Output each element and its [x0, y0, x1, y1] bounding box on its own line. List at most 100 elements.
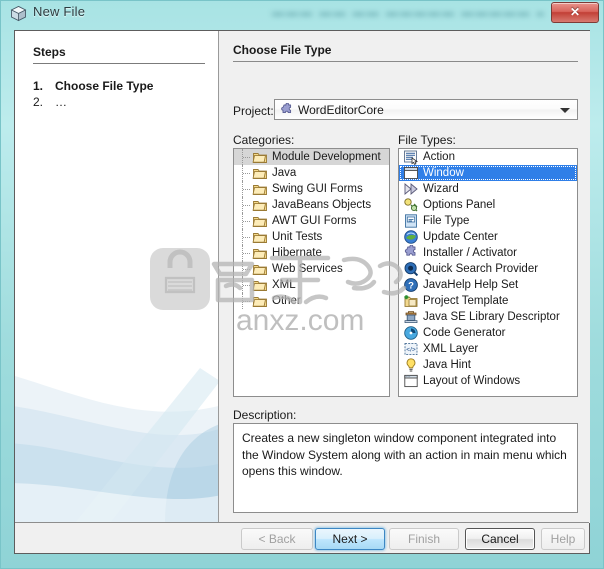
file-types-list[interactable]: Action Window Wizard Options Panel File Type… — [398, 148, 578, 397]
file-type-list-item[interactable]: Java SE Library Descriptor — [399, 309, 577, 325]
folder-icon — [252, 261, 268, 277]
category-label: Swing GUI Forms — [272, 183, 363, 195]
file-type-list-item[interactable]: Options Panel — [399, 197, 577, 213]
back-button[interactable]: < Back — [241, 528, 313, 550]
steps-pane: Steps 1. Choose File Type 2.… — [15, 31, 219, 523]
file-type-list-item[interactable]: ? JavaHelp Help Set — [399, 277, 577, 293]
tree-connector-arm — [243, 285, 250, 286]
project-label: Project: — [233, 104, 274, 118]
page-title: Choose File Type — [233, 43, 332, 57]
folder-icon — [252, 293, 268, 309]
filetypes-label: File Types: — [398, 133, 456, 147]
file-type-list-item[interactable]: Layout of Windows — [399, 373, 577, 389]
window-icon — [403, 165, 419, 181]
category-list-item[interactable]: Module Development — [234, 149, 389, 165]
file-type-label: Wizard — [423, 183, 459, 195]
help-button[interactable]: Help — [541, 528, 585, 550]
next-button[interactable]: Next > — [315, 528, 385, 550]
new-file-dialog-window: New File ▬▬▬ ▬▬ ▬▬ ▬▬▬▬▬ ▬▬▬▬▬ ▬▬ ✕ Step… — [0, 0, 604, 569]
file-type-list-item[interactable]: File Type — [399, 213, 577, 229]
puzzle-piece-icon — [403, 244, 419, 261]
file-type-list-item[interactable]: Window — [399, 165, 577, 181]
file-type-label: XML Layer — [423, 343, 479, 355]
file-type-list-item[interactable]: Installer / Activator — [399, 244, 577, 261]
step-label: Choose File Type — [55, 79, 154, 93]
category-list-item[interactable]: Java — [234, 165, 389, 181]
category-list-item[interactable]: Other — [234, 293, 389, 309]
file-type-list-item[interactable]: Java Hint — [399, 357, 577, 373]
step-item-1: 1. Choose File Type — [33, 79, 153, 93]
category-label: Web Services — [272, 263, 343, 275]
tree-connector-arm — [243, 157, 250, 158]
wizard-arrow-icon — [403, 181, 419, 197]
file-type-list-item[interactable]: Action — [399, 149, 577, 165]
file-type-list-item[interactable]: </> XML Layer — [399, 341, 577, 357]
chevron-down-icon[interactable] — [556, 100, 574, 119]
cube-icon — [10, 5, 27, 22]
tree-connector-arm — [243, 237, 250, 238]
folder-icon — [252, 149, 268, 165]
category-list-item[interactable]: Web Services — [234, 261, 389, 277]
file-type-label: Window — [423, 167, 464, 179]
tree-connector-arm — [243, 221, 250, 222]
folder-icon — [252, 245, 268, 261]
categories-label: Categories: — [233, 133, 295, 147]
tree-connector-arm — [243, 269, 250, 270]
folder-icon — [252, 181, 268, 197]
file-type-list-item[interactable]: Project Template — [399, 293, 577, 309]
category-label: XML — [272, 279, 296, 291]
tree-connector-arm — [243, 173, 250, 174]
step-label: … — [55, 95, 67, 109]
update-center-icon — [403, 229, 419, 245]
finish-button[interactable]: Finish — [389, 528, 459, 550]
title-bar[interactable]: New File ▬▬▬ ▬▬ ▬▬ ▬▬▬▬▬ ▬▬▬▬▬ ▬▬ ✕ — [0, 0, 604, 28]
file-type-label: Options Panel — [423, 199, 496, 211]
help-question-icon: ? — [403, 277, 419, 293]
file-type-icon — [403, 213, 419, 229]
category-label: Java — [272, 167, 297, 179]
description-label: Description: — [233, 408, 297, 422]
file-type-list-item[interactable]: Code Generator — [399, 325, 577, 341]
svg-text:?: ? — [408, 281, 414, 292]
category-list-item[interactable]: XML — [234, 277, 389, 293]
content-pane: Choose File Type Project: WordEditorCore… — [220, 31, 590, 523]
category-list-item[interactable]: Swing GUI Forms — [234, 181, 389, 197]
file-type-label: Layout of Windows — [423, 375, 521, 387]
file-type-label: Action — [423, 151, 455, 163]
file-type-list-item[interactable]: Wizard — [399, 181, 577, 197]
categories-list[interactable]: Module Development Java Swing GUI Forms Jav… — [233, 148, 390, 397]
category-label: Hibernate — [272, 247, 322, 259]
file-type-label: Update Center — [423, 231, 498, 243]
magnifier-icon — [403, 261, 419, 277]
file-type-label: File Type — [423, 215, 470, 227]
tree-connector-arm — [243, 301, 250, 302]
file-type-label: Code Generator — [423, 327, 506, 339]
step-item-2: 2.… — [33, 95, 67, 109]
close-button[interactable]: ✕ — [551, 2, 599, 23]
category-list-item[interactable]: Hibernate — [234, 245, 389, 261]
file-type-list-item[interactable]: Quick Search Provider — [399, 261, 577, 277]
category-label: AWT GUI Forms — [272, 215, 357, 227]
category-list-item[interactable]: JavaBeans Objects — [234, 197, 389, 213]
xml-layer-icon: </> — [403, 341, 419, 357]
tree-connector-arm — [243, 189, 250, 190]
project-value: WordEditorCore — [298, 103, 384, 117]
category-label: Other — [272, 295, 301, 307]
category-list-item[interactable]: AWT GUI Forms — [234, 213, 389, 229]
project-combobox[interactable]: WordEditorCore — [274, 99, 578, 120]
file-type-list-item[interactable]: Update Center — [399, 229, 577, 245]
category-label: Module Development — [272, 151, 381, 163]
file-type-label: Project Template — [423, 295, 509, 307]
file-type-label: Installer / Activator — [423, 247, 517, 259]
dialog-client-area: Steps 1. Choose File Type 2. … Choose File… — [14, 30, 590, 554]
puzzle-piece-icon — [281, 103, 292, 114]
cancel-button[interactable]: Cancel — [465, 528, 535, 550]
category-list-item[interactable]: Unit Tests — [234, 229, 389, 245]
lightbulb-icon — [403, 357, 419, 373]
description-box: Creates a new singleton window component… — [233, 423, 578, 513]
window-title: New File — [33, 4, 86, 19]
project-template-icon — [403, 293, 419, 309]
step-number: 1. — [33, 79, 44, 93]
folder-icon — [252, 197, 268, 213]
titlebar-ghost-text: ▬▬▬ ▬▬ ▬▬ ▬▬▬▬▬ ▬▬▬▬▬ ▬▬ — [272, 5, 544, 19]
